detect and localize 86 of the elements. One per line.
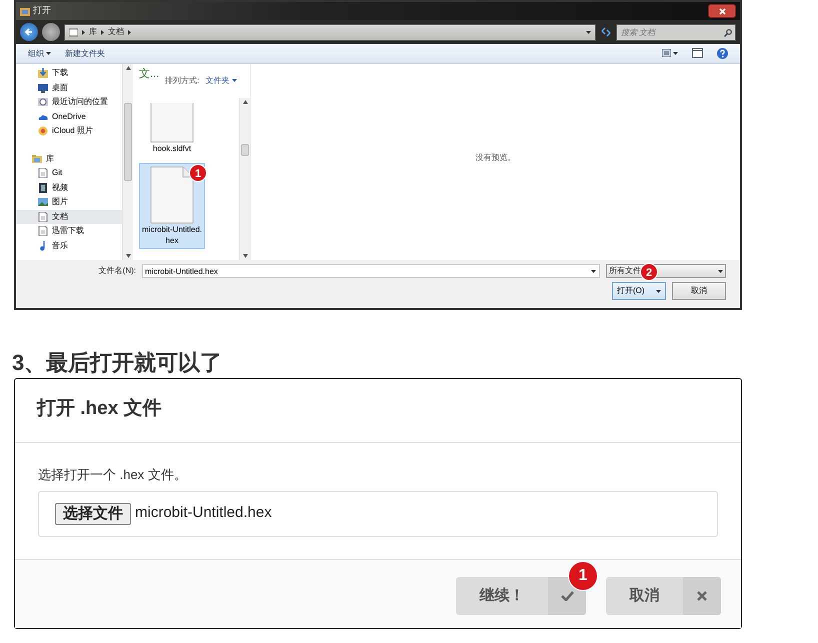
caret-down-icon xyxy=(656,290,661,292)
sidebar-item[interactable]: 最近访问的位置 xyxy=(16,95,122,110)
help-button[interactable] xyxy=(717,48,728,60)
preview-pane-button[interactable] xyxy=(692,48,703,60)
cancel-button[interactable]: 取消 xyxy=(606,577,721,615)
forward-button[interactable] xyxy=(42,23,60,41)
help-icon xyxy=(717,48,728,59)
breadcrumb-item[interactable]: 文档 xyxy=(108,26,124,38)
file-name: microbit-Untitled.hex xyxy=(135,503,272,524)
cancel-button[interactable]: 取消 xyxy=(672,282,726,300)
close-icon xyxy=(718,8,726,15)
sidebar-item[interactable]: 文档 xyxy=(16,210,122,224)
sidebar-item[interactable]: Git xyxy=(16,166,122,180)
arrow-down-icon xyxy=(38,68,48,78)
folder-icon xyxy=(32,154,42,164)
sidebar-item[interactable]: 音乐 xyxy=(16,238,122,253)
scrollbar[interactable] xyxy=(122,64,133,260)
caret-down-icon xyxy=(673,52,678,55)
back-button[interactable] xyxy=(20,23,38,41)
folder-icon xyxy=(69,28,78,36)
file-item[interactable]: microbit-Untitled.hex 1 xyxy=(139,163,205,249)
filename-label: 文件名(N): xyxy=(98,265,136,277)
choose-file-button[interactable]: 选择文件 xyxy=(55,502,131,524)
breadcrumb-item[interactable]: 库 xyxy=(89,26,97,38)
caret-down-icon xyxy=(718,270,723,272)
file-input[interactable]: 选择文件 microbit-Untitled.hex xyxy=(38,490,718,536)
refresh-icon xyxy=(600,27,612,37)
sort-dropdown[interactable]: 文件夹 xyxy=(205,75,237,87)
caret-down-icon[interactable] xyxy=(242,254,248,258)
filename-field[interactable]: microbit-Untitled.hex xyxy=(142,264,600,278)
modal-title: 打开 .hex 文件 xyxy=(37,398,162,419)
sort-label: 排列方式: xyxy=(165,75,200,87)
flower-icon xyxy=(38,126,48,136)
caret-up-icon[interactable] xyxy=(126,66,130,70)
folder-title: 文... xyxy=(139,66,160,82)
chevron-right-icon xyxy=(128,30,131,34)
film-icon xyxy=(38,182,48,193)
sidebar-item[interactable]: OneDrive xyxy=(16,110,122,124)
prompt-text: 选择打开一个 .hex 文件。 xyxy=(38,467,187,482)
search-field[interactable]: 搜索 文档 xyxy=(616,24,736,40)
sidebar-item[interactable]: 视频 xyxy=(16,180,122,195)
scrollbar-thumb[interactable] xyxy=(241,144,249,156)
sidebar-item[interactable]: 图片 xyxy=(16,195,122,210)
open-button[interactable]: 打开(O) xyxy=(612,282,666,300)
address-bar[interactable]: 库 文档 xyxy=(64,24,596,40)
document-icon xyxy=(38,212,48,222)
sidebar-item[interactable]: 迅雷下载 xyxy=(16,224,122,238)
caret-down-icon xyxy=(232,79,237,82)
close-button[interactable] xyxy=(708,4,736,18)
document-icon xyxy=(38,226,48,236)
window-icon xyxy=(20,6,30,16)
caret-down-icon xyxy=(591,270,596,273)
document-icon xyxy=(38,168,48,178)
number-badge: 2 xyxy=(640,263,658,281)
check-icon xyxy=(560,591,574,601)
scrollbar[interactable] xyxy=(239,98,250,260)
monitor-icon xyxy=(38,82,48,93)
clock-icon xyxy=(38,97,48,108)
document-icon xyxy=(150,166,194,224)
view-button[interactable] xyxy=(662,48,678,60)
document-icon xyxy=(150,103,194,143)
chevron-right-icon xyxy=(82,30,85,34)
section-heading: 3、最后打开就可以了 xyxy=(12,350,222,375)
file-item[interactable]: hook.sldfvt xyxy=(139,100,205,157)
view-icon xyxy=(662,49,671,58)
scrollbar-thumb[interactable] xyxy=(124,103,132,181)
close-icon xyxy=(697,591,707,601)
caret-down-icon[interactable] xyxy=(126,254,130,258)
toolbar-button[interactable]: 组织 xyxy=(28,48,52,60)
caret-up-icon[interactable] xyxy=(242,100,248,104)
number-badge: 1 xyxy=(568,561,598,591)
sidebar-item[interactable]: 库 xyxy=(16,152,122,166)
sidebar-item[interactable]: iCloud 照片 xyxy=(16,124,122,138)
sidebar-item[interactable]: 桌面 xyxy=(16,80,122,95)
image-icon xyxy=(38,197,48,208)
caret-down-icon xyxy=(586,30,591,34)
number-badge: 1 xyxy=(189,164,207,182)
sidebar-item[interactable]: 下载 xyxy=(16,66,122,80)
preview-message: 没有预览。 xyxy=(476,152,516,164)
toolbar-button[interactable]: 新建文件夹 xyxy=(65,48,106,60)
arrow-left-icon xyxy=(24,26,34,37)
search-icon xyxy=(724,28,732,36)
chevron-right-icon xyxy=(101,30,104,34)
pane-icon xyxy=(692,48,703,58)
window-title: 打开 xyxy=(33,4,51,18)
caret-down-icon xyxy=(46,52,52,55)
